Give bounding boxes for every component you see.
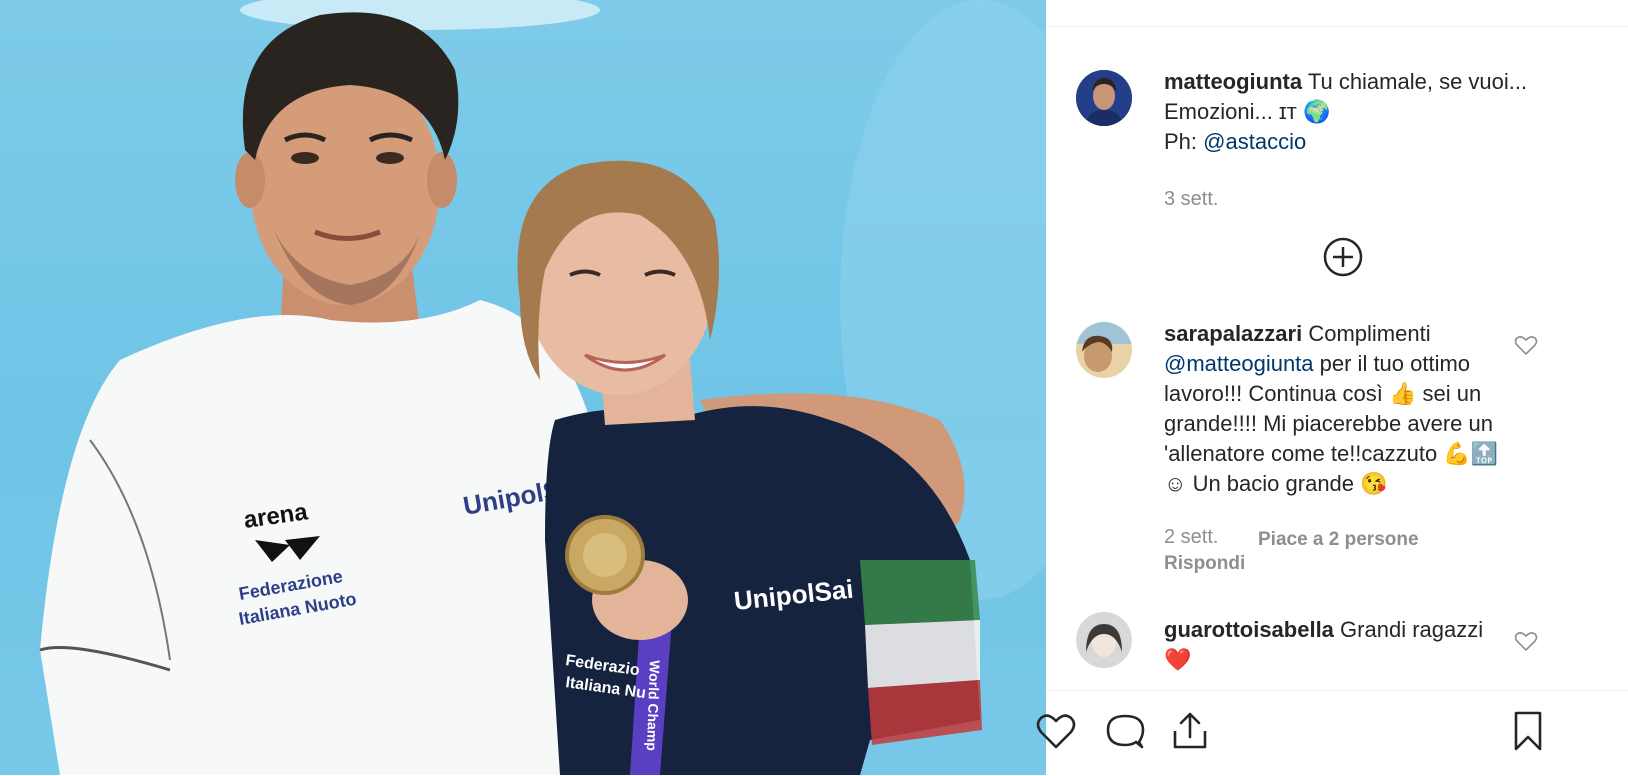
caption: matteogiunta Tu chiamale, se vuoi... Emo… [1164,67,1604,157]
comment-1-author[interactable]: sarapalazzari [1164,321,1302,346]
avatar-image [1076,70,1132,126]
comment-1-line3: lavoro!!! Continua così 👍 sei un [1164,381,1482,406]
action-bar [1036,690,1628,776]
comment-1-part-a: Complimenti [1308,321,1431,346]
comment-1-like-heart-icon[interactable] [1514,334,1538,356]
comment-1-line6: ☺ Un bacio grande 😘 [1164,471,1388,496]
commenter-avatar[interactable] [1076,322,1132,378]
comment-1-reply[interactable]: Rispondi [1164,553,1245,575]
caption-line2: Emozioni... ɪᴛ 🌍 [1164,99,1331,124]
comment-2-emoji: ❤️ [1164,647,1192,672]
header-divider [1046,26,1628,27]
caption-mention[interactable]: @astaccio [1203,129,1306,154]
heart-icon[interactable] [1034,709,1078,753]
comment-2-author[interactable]: guarottoisabella [1164,617,1334,642]
comment-icon[interactable] [1103,709,1147,753]
photo-illustration: arena Federazione Italiana Nuoto UnipolS… [39,0,1046,775]
caption-ph-prefix: Ph: [1164,129,1198,154]
comment-1-line5: 'allenatore come te!!cazzuto 💪🔝 [1164,441,1499,466]
comment-1-likes[interactable]: Piace a 2 persone [1258,529,1419,551]
comment-2-body: Grandi ragazzi [1340,617,1484,642]
commenter-avatar[interactable] [1076,612,1132,668]
share-icon[interactable] [1168,709,1212,753]
comment-1-mention[interactable]: @matteogiunta [1164,351,1314,376]
bookmark-icon[interactable] [1506,709,1550,753]
caption-author[interactable]: matteogiunta [1164,69,1302,94]
comment-1-time[interactable]: 2 sett. [1164,526,1218,549]
post-photo[interactable]: arena Federazione Italiana Nuoto UnipolS… [0,0,1046,775]
plus-circle-icon[interactable] [1322,236,1364,278]
comment-1-part-b: per il tuo ottimo [1313,351,1471,376]
author-avatar[interactable] [1076,70,1132,126]
avatar-image [1076,612,1132,668]
comment-1-line4: grande!!!! Mi piacerebbe avere un [1164,411,1493,436]
post-sidebar: matteogiunta Tu chiamale, se vuoi... Emo… [1036,0,1628,776]
caption-line1: Tu chiamale, se vuoi... [1307,69,1528,94]
comment-2-like-heart-icon[interactable] [1514,630,1538,652]
avatar-image [1076,322,1132,378]
comments-scroll-edge [1046,676,1628,690]
lanyard-text: World Champ [644,660,663,751]
caption-time[interactable]: 3 sett. [1164,188,1218,211]
